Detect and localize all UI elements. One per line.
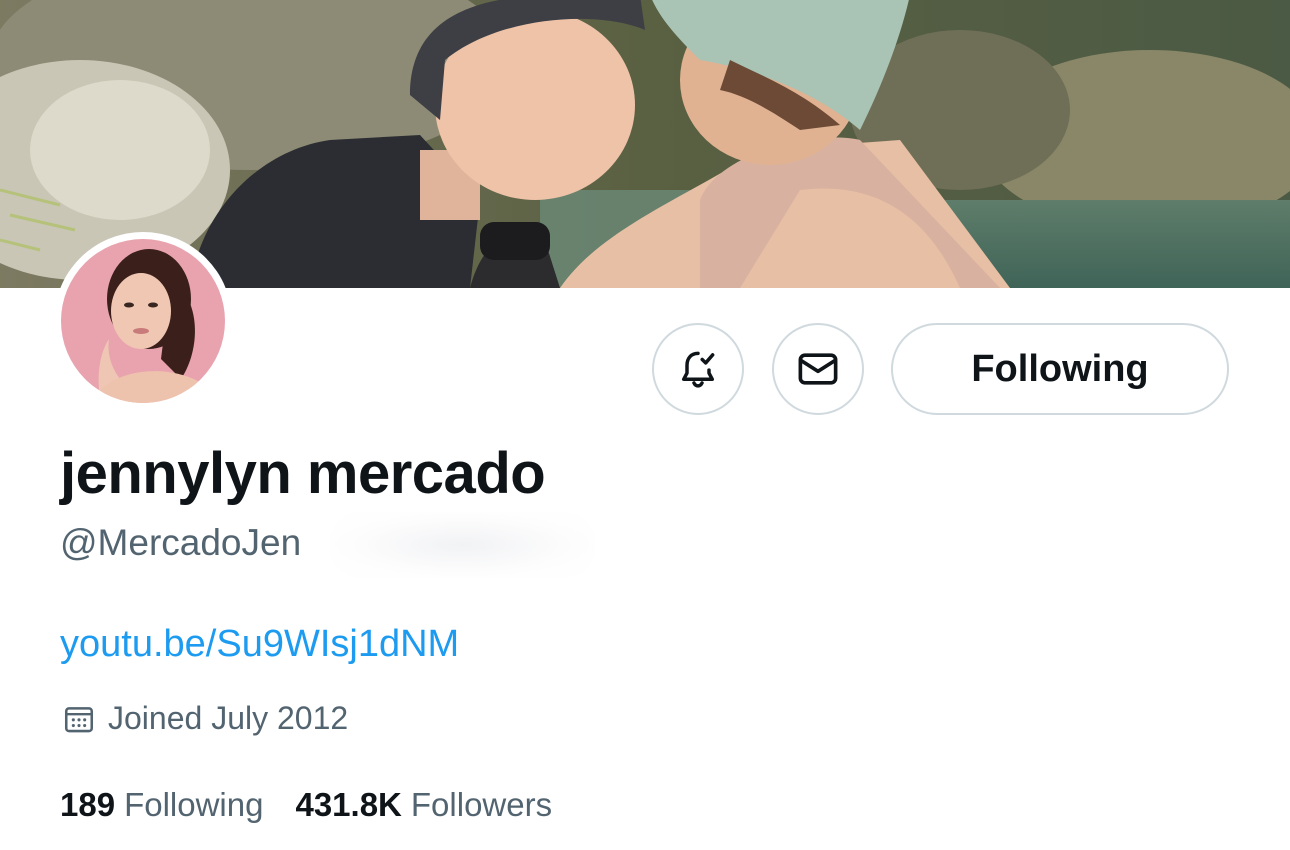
- username-handle: @MercadoJen: [60, 522, 302, 563]
- join-date-text: Joined July 2012: [108, 700, 349, 736]
- notifications-button[interactable]: [652, 323, 744, 415]
- followers-stat[interactable]: 431.8K Followers: [295, 786, 552, 824]
- bell-check-icon: [681, 351, 715, 388]
- banner-photo: [0, 0, 1290, 288]
- followers-count: 431.8K: [295, 786, 402, 823]
- envelope-icon: [798, 353, 838, 385]
- avatar[interactable]: [54, 232, 232, 410]
- following-button[interactable]: Following: [891, 323, 1229, 415]
- avatar-photo: [61, 239, 225, 403]
- follow-stats: 189 Following 431.8K Followers: [60, 786, 552, 824]
- calendar-icon: [64, 706, 94, 732]
- followers-stat-label: Followers: [410, 786, 553, 823]
- profile-website-link[interactable]: youtu.be/Su9WIsj1dNM: [60, 623, 459, 666]
- following-stat[interactable]: 189 Following: [60, 786, 263, 824]
- join-date: Joined July 2012: [62, 700, 348, 737]
- following-count: 189: [60, 786, 116, 823]
- redacted-smudge: [330, 512, 595, 578]
- profile-banner[interactable]: [0, 0, 1290, 288]
- message-button[interactable]: [772, 323, 864, 415]
- following-stat-label: Following: [124, 786, 264, 823]
- following-button-label: Following: [971, 347, 1149, 390]
- profile-page: Following jennylyn mercado @MercadoJen y…: [0, 0, 1290, 850]
- display-name: jennylyn mercado: [60, 441, 546, 506]
